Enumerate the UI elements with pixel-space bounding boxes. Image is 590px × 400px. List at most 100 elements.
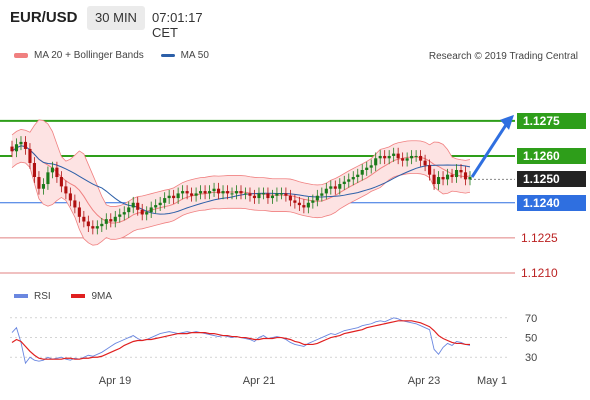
candle-body	[239, 191, 243, 194]
candle-body	[315, 195, 319, 201]
price-chart: Apr 19 Apr 21 Apr 23 May 1 30 50 70	[0, 114, 537, 387]
candle-body	[378, 155, 382, 159]
level-label-1.1225: 1.1225	[521, 230, 558, 245]
candle-body	[203, 191, 207, 194]
candle-body	[347, 179, 351, 182]
candle-body	[95, 226, 99, 229]
candle-body	[365, 167, 369, 170]
candle-body	[360, 170, 364, 175]
candle-body	[216, 188, 221, 194]
candle-body	[320, 193, 324, 196]
candle-body	[459, 170, 463, 173]
candle-body	[77, 207, 81, 217]
rsi-tick-label: 70	[525, 313, 537, 325]
candle-body	[356, 174, 360, 178]
candle-body	[351, 177, 355, 180]
candle-body	[392, 153, 396, 156]
candle-body	[342, 181, 346, 185]
candle-body	[208, 191, 212, 194]
candle-body	[167, 195, 171, 199]
candle-body	[261, 193, 266, 195]
candle-body	[172, 195, 176, 199]
candle-body	[163, 198, 167, 203]
candle-body	[221, 191, 225, 194]
candle-body	[100, 223, 104, 227]
candle-body	[401, 158, 405, 161]
candle-body	[50, 167, 54, 173]
candle-body	[306, 202, 310, 208]
candle-body	[423, 160, 427, 166]
candle-body	[387, 155, 391, 159]
candle-body	[104, 219, 108, 224]
candle-body	[37, 177, 41, 189]
candle-body	[55, 167, 59, 178]
candle-body	[450, 174, 454, 178]
candle-body	[118, 214, 122, 217]
candle-body	[19, 141, 23, 145]
candle-body	[145, 212, 149, 215]
candle-body	[234, 191, 239, 194]
candle-body	[41, 184, 45, 189]
candle-body	[91, 226, 95, 229]
level-label-1.1260: 1.1260	[517, 147, 586, 164]
candle-body	[396, 153, 400, 159]
candle-body	[445, 174, 450, 180]
candle-body	[68, 193, 72, 201]
bollinger-band-fill	[12, 119, 470, 246]
candle-body	[383, 155, 387, 159]
candle-body	[14, 144, 19, 152]
candle-body	[414, 155, 418, 157]
rsi-tick-label: 50	[525, 333, 537, 345]
candle-body	[432, 174, 436, 185]
candle-body	[293, 200, 297, 203]
candle-body	[136, 202, 140, 210]
candle-body	[149, 207, 153, 213]
candle-body	[288, 195, 292, 201]
candle-body	[212, 188, 216, 192]
candle-body	[468, 177, 472, 180]
candle-body	[10, 146, 14, 152]
candle-body	[441, 177, 445, 180]
candle-body	[454, 170, 459, 178]
candle-body	[311, 200, 315, 203]
level-label-1.1250: 1.1250	[517, 171, 586, 188]
projection-arrow-head	[500, 114, 514, 130]
candle-body	[463, 172, 468, 180]
candle-body	[369, 165, 373, 168]
candle-body	[248, 193, 252, 196]
candle-body	[266, 193, 270, 199]
level-label-1.1210: 1.1210	[521, 265, 558, 280]
candle-body	[64, 186, 68, 194]
candle-body	[243, 193, 248, 195]
projection-arrow-line	[470, 124, 508, 178]
ma9-line	[11, 320, 470, 360]
candle-body	[131, 202, 135, 208]
candle-body	[284, 193, 288, 196]
candle-body	[32, 162, 37, 178]
candle-body	[324, 188, 328, 194]
x-tick-label: Apr 23	[408, 375, 440, 387]
candle-body	[28, 148, 32, 163]
candle-body	[230, 193, 234, 195]
candle-body	[437, 177, 441, 185]
candle-body	[199, 191, 203, 194]
x-tick-label: May 1	[477, 375, 507, 387]
candle-body	[194, 193, 198, 196]
candle-body	[86, 221, 90, 227]
candle-body	[252, 195, 257, 199]
candle-body	[190, 193, 194, 196]
candle-body	[329, 186, 333, 189]
level-label-1.1240: 1.1240	[517, 194, 586, 211]
candle-body	[82, 216, 86, 222]
candle-body	[109, 219, 113, 222]
candle-body	[405, 158, 409, 161]
candle-body	[185, 191, 189, 194]
candle-body	[297, 202, 301, 206]
candle-body	[73, 200, 77, 208]
candle-body	[23, 141, 28, 149]
candle-body	[374, 158, 378, 166]
candle-body	[59, 177, 63, 187]
candle-body	[127, 207, 131, 213]
candle-body	[154, 205, 158, 208]
level-label-1.1275: 1.1275	[517, 112, 586, 129]
